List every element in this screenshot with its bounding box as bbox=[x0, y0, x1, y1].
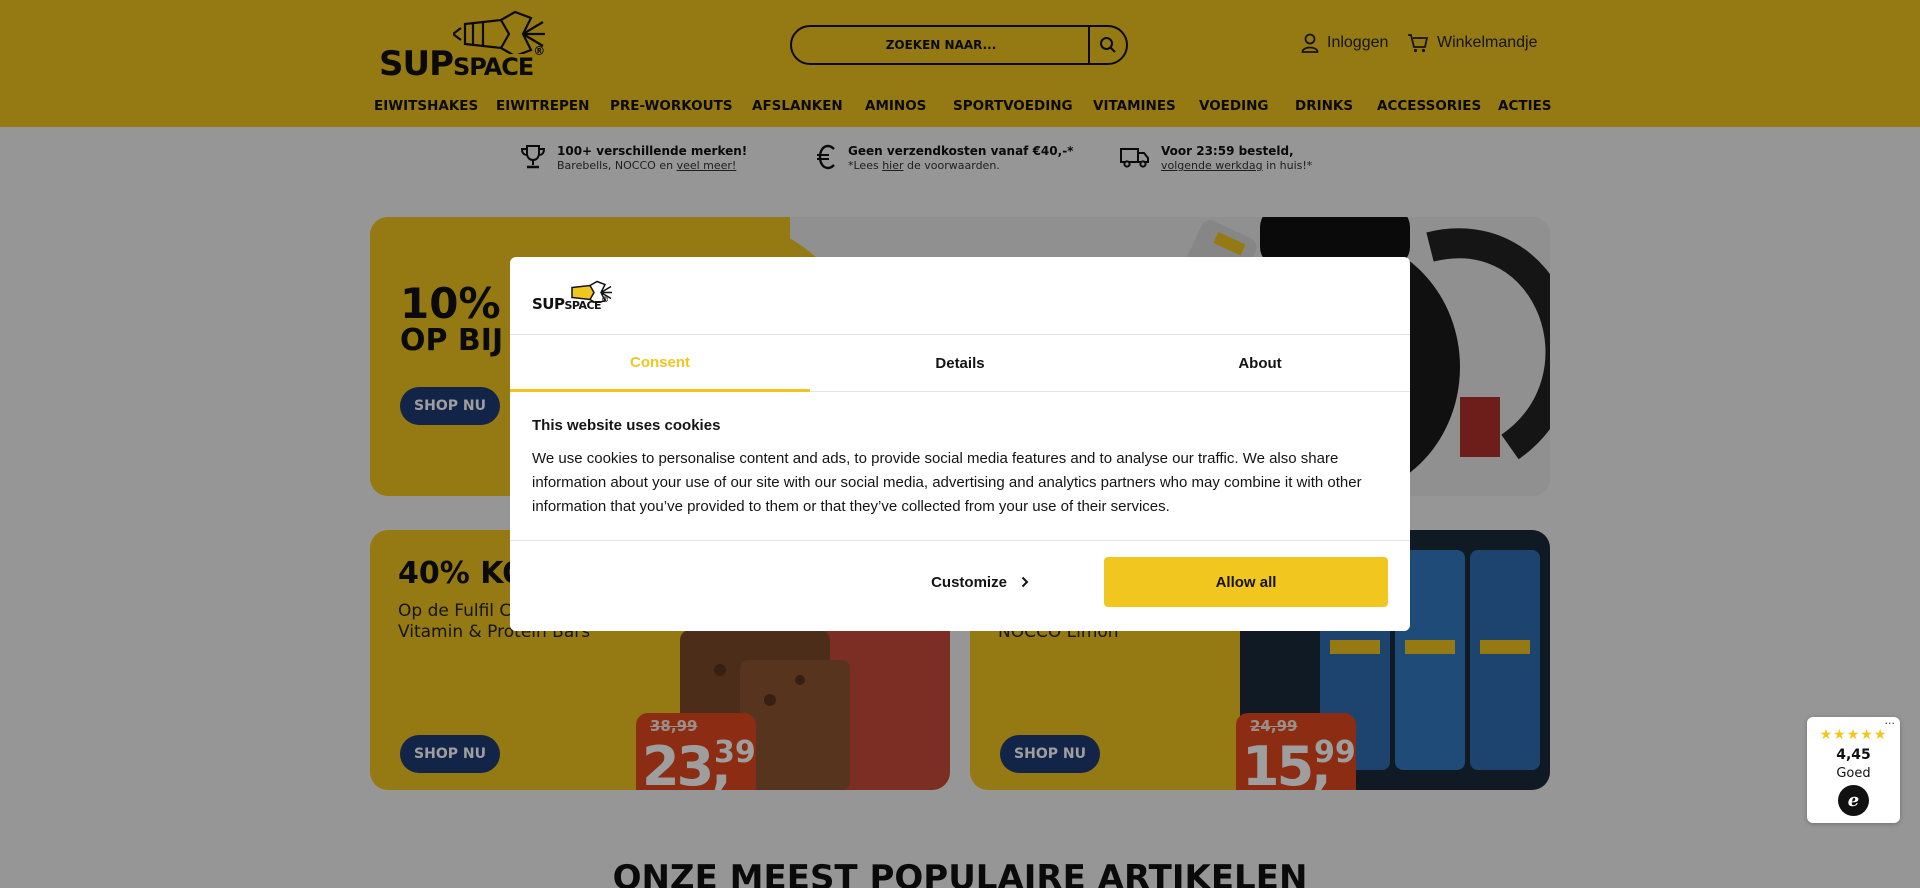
customize-label: Customize bbox=[931, 573, 1007, 591]
rating-value: 4,45 bbox=[1836, 747, 1871, 763]
customize-button[interactable]: Customize bbox=[890, 557, 1070, 607]
tab-details[interactable]: Details bbox=[810, 335, 1110, 392]
cookie-consent-dialog: SUPSPACE® Consent Details About This web… bbox=[510, 257, 1410, 631]
chevron-right-icon bbox=[1021, 576, 1029, 588]
cookie-tabs: Consent Details About bbox=[510, 334, 1410, 392]
modal-divider bbox=[510, 540, 1410, 541]
cookie-description: We use cookies to personalise content an… bbox=[532, 450, 1362, 515]
tab-consent[interactable]: Consent bbox=[510, 335, 810, 392]
trusted-shops-badge[interactable]: ··· ★★★★★ 4,45 Goed e bbox=[1807, 717, 1900, 823]
rating-label: Goed bbox=[1836, 766, 1871, 781]
modal-logo: SUPSPACE® bbox=[532, 279, 616, 315]
allow-all-button[interactable]: Allow all bbox=[1104, 557, 1388, 607]
trusted-shops-emblem-icon: e bbox=[1838, 785, 1869, 816]
tab-about[interactable]: About bbox=[1110, 335, 1410, 392]
rating-stars: ★★★★★ bbox=[1819, 727, 1888, 743]
cookie-title: This website uses cookies bbox=[532, 417, 721, 434]
modal-logo-wordmark: SUPSPACE® bbox=[532, 295, 609, 313]
